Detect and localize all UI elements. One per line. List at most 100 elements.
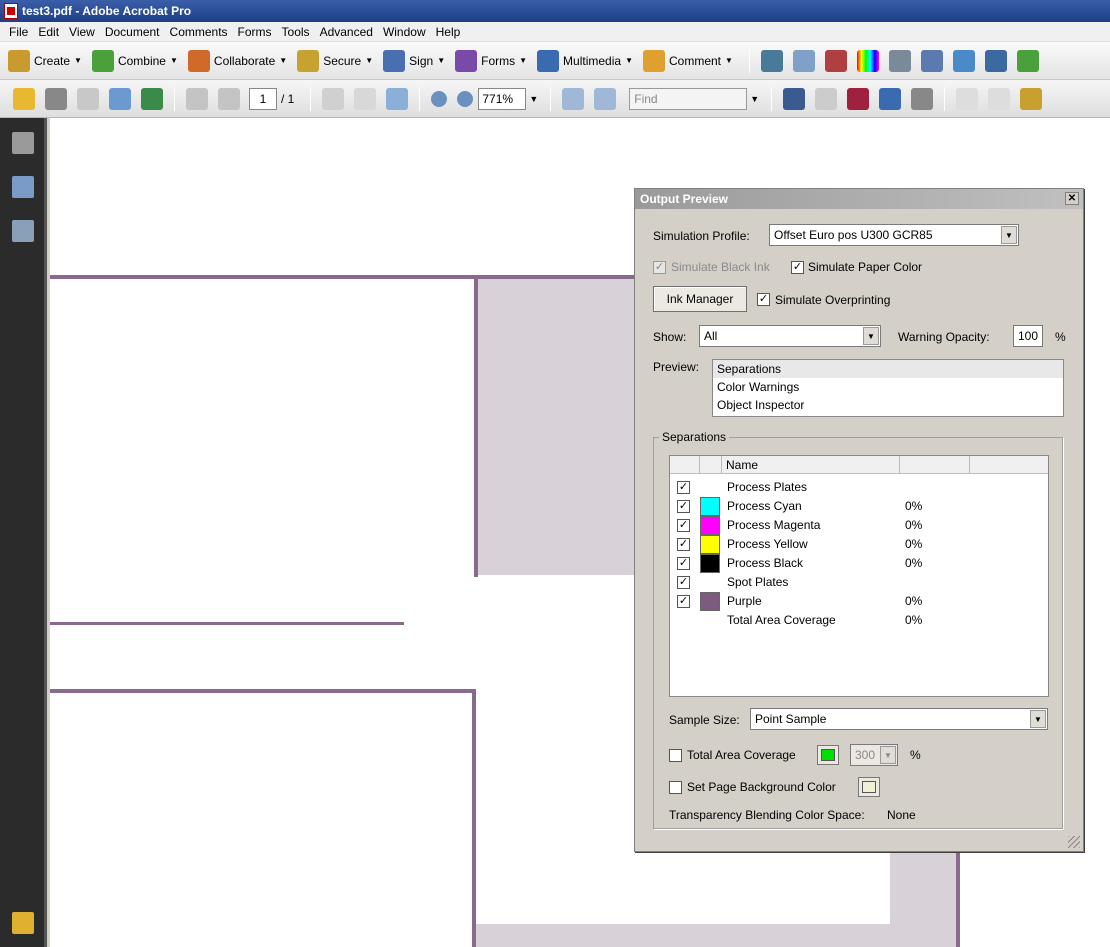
menu-file[interactable]: File xyxy=(4,25,33,39)
zoom-tool-icon[interactable] xyxy=(386,87,409,110)
edit-object-icon[interactable] xyxy=(984,49,1007,72)
separation-row-process-black[interactable]: ✓ Process Black 0% xyxy=(670,554,1048,573)
ink-icon[interactable] xyxy=(888,49,911,72)
resize-grip-icon[interactable] xyxy=(1068,836,1080,848)
row-checkbox[interactable]: ✓ xyxy=(677,500,690,513)
export-icon[interactable] xyxy=(1020,87,1043,110)
pages-icon[interactable] xyxy=(12,132,34,154)
zoom-out-icon[interactable] xyxy=(431,90,448,107)
color-bars-icon[interactable] xyxy=(856,49,879,72)
menu-window[interactable]: Window xyxy=(378,25,431,39)
simulate-overprinting-checkbox[interactable]: ✓ xyxy=(757,293,770,306)
select-text-icon[interactable] xyxy=(322,87,345,110)
text-field-icon[interactable] xyxy=(956,87,979,110)
separations-table[interactable]: Name ✓ Process Plates ✓ Process Cyan 0% … xyxy=(669,455,1049,697)
tac-value-input[interactable]: 300 ▼ xyxy=(850,744,898,766)
header-name-column[interactable]: Name xyxy=(722,456,900,474)
sign-button[interactable]: Sign ▼ xyxy=(383,49,445,72)
separation-row-total-area-coverage[interactable]: Total Area Coverage 0% xyxy=(670,611,1048,630)
show-select[interactable]: All ▼ xyxy=(699,325,881,347)
save-icon[interactable] xyxy=(77,87,99,110)
menu-edit[interactable]: Edit xyxy=(33,25,64,39)
multimedia-button[interactable]: Multimedia ▼ xyxy=(537,49,633,72)
combine-button[interactable]: Combine ▼ xyxy=(91,49,178,72)
preview-list[interactable]: Separations Color Warnings Object Inspec… xyxy=(712,359,1064,417)
crop-icon[interactable] xyxy=(879,87,902,110)
header-check-column[interactable] xyxy=(670,456,700,474)
separation-row-process-plates[interactable]: ✓ Process Plates xyxy=(670,478,1048,497)
comments-list-icon[interactable] xyxy=(12,912,34,934)
row-checkbox[interactable]: ✓ xyxy=(677,557,690,570)
header-swatch-column[interactable] xyxy=(700,456,722,474)
menu-help[interactable]: Help xyxy=(431,25,466,39)
signatures-icon[interactable] xyxy=(12,220,34,242)
row-checkbox[interactable]: ✓ xyxy=(677,519,690,532)
preview-option-object-inspector[interactable]: Object Inspector xyxy=(713,396,1063,414)
magnet-icon[interactable] xyxy=(847,87,870,110)
separation-row-spot-plates[interactable]: ✓ Spot Plates xyxy=(670,573,1048,592)
fit-width-icon[interactable] xyxy=(562,87,585,110)
row-checkbox[interactable]: ✓ xyxy=(677,595,690,608)
page-number-icon[interactable] xyxy=(988,87,1011,110)
trim-box-icon[interactable] xyxy=(920,49,943,72)
menu-advanced[interactable]: Advanced xyxy=(315,25,378,39)
separation-row-process-magenta[interactable]: ✓ Process Magenta 0% xyxy=(670,516,1048,535)
menu-forms[interactable]: Forms xyxy=(233,25,277,39)
header-extra-column[interactable] xyxy=(970,456,1048,474)
find-input[interactable]: Find xyxy=(629,87,748,110)
sample-size-select[interactable]: Point Sample ▼ xyxy=(750,708,1048,730)
transparency-blending-value: None xyxy=(887,808,916,822)
menu-comments[interactable]: Comments xyxy=(165,25,233,39)
page-number-input[interactable]: 1 xyxy=(249,87,277,110)
collaborate-button[interactable]: Collaborate ▼ xyxy=(187,49,287,72)
email-icon[interactable] xyxy=(109,87,131,110)
next-page-icon[interactable] xyxy=(218,87,240,110)
separation-row-process-cyan[interactable]: ✓ Process Cyan 0% xyxy=(670,497,1048,516)
open-folder-icon[interactable] xyxy=(13,87,35,110)
separation-row-process-yellow[interactable]: ✓ Process Yellow 0% xyxy=(670,535,1048,554)
zoom-in-icon[interactable] xyxy=(457,90,474,107)
upload-icon[interactable] xyxy=(141,87,163,110)
separation-row-purple[interactable]: ✓ Purple 0% xyxy=(670,592,1048,611)
create-button[interactable]: Create ▼ xyxy=(8,49,82,72)
zoom-level-input[interactable]: 771% xyxy=(478,87,527,110)
zoom-dropdown-icon[interactable]: ▼ xyxy=(529,94,538,104)
simulate-paper-color-checkbox[interactable]: ✓ xyxy=(791,261,804,274)
forms-button[interactable]: Forms ▼ xyxy=(455,49,527,72)
transparency-icon[interactable] xyxy=(952,49,975,72)
row-checkbox[interactable]: ✓ xyxy=(677,481,690,494)
hand-tool-icon[interactable] xyxy=(354,87,377,110)
print-icon[interactable] xyxy=(45,87,67,110)
preview-option-color-warnings[interactable]: Color Warnings xyxy=(713,378,1063,396)
row-checkbox[interactable]: ✓ xyxy=(677,538,690,551)
ink-manager-button[interactable]: Ink Manager xyxy=(653,286,747,312)
fit-page-icon[interactable] xyxy=(594,87,617,110)
comment-button[interactable]: Comment ▼ xyxy=(642,49,733,72)
download-icon[interactable] xyxy=(1016,49,1039,72)
row-checkbox[interactable]: ✓ xyxy=(677,576,690,589)
ok-icon[interactable] xyxy=(815,87,838,110)
total-area-coverage-checkbox[interactable] xyxy=(669,749,682,762)
preflight-icon[interactable] xyxy=(760,49,783,72)
menu-tools[interactable]: Tools xyxy=(277,25,315,39)
toolbar-separator xyxy=(771,86,773,111)
crop-marks-icon[interactable] xyxy=(792,49,815,72)
link-icon[interactable] xyxy=(911,87,934,110)
find-dropdown-icon[interactable]: ▼ xyxy=(750,94,759,104)
header-value-column[interactable] xyxy=(900,456,970,474)
page-background-color-button[interactable] xyxy=(858,777,880,797)
menu-document[interactable]: Document xyxy=(100,25,165,39)
secure-button[interactable]: Secure ▼ xyxy=(297,49,373,72)
print-production-icon[interactable] xyxy=(824,49,847,72)
set-page-background-checkbox[interactable] xyxy=(669,781,682,794)
tac-color-button[interactable] xyxy=(817,745,839,765)
preview-option-separations[interactable]: Separations xyxy=(713,360,1063,378)
previous-page-icon[interactable] xyxy=(186,87,208,110)
menu-view[interactable]: View xyxy=(64,25,100,39)
close-icon[interactable]: ✕ xyxy=(1065,192,1079,205)
bookmarks-icon[interactable] xyxy=(12,176,34,198)
simulate-black-ink-checkbox[interactable]: ✓ xyxy=(653,261,666,274)
simulation-profile-select[interactable]: Offset Euro pos U300 GCR85 ▼ xyxy=(769,224,1019,246)
warning-opacity-input[interactable]: 100 xyxy=(1013,325,1043,347)
select-object-icon[interactable] xyxy=(783,87,806,110)
